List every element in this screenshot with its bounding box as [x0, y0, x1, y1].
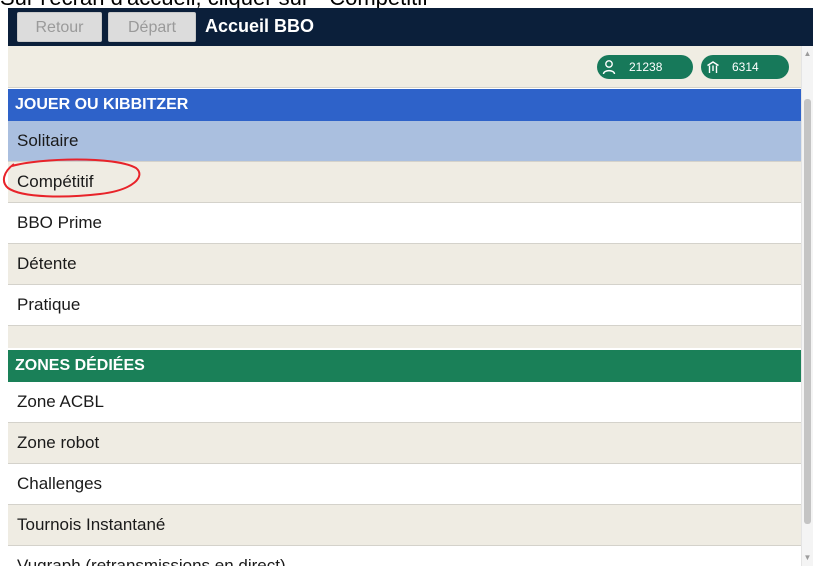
menu-item-tournois-instantane[interactable]: Tournois Instantané [8, 505, 801, 546]
tables-count: 6314 [732, 60, 759, 74]
menu-item-bbo-prime[interactable]: BBO Prime [8, 203, 801, 244]
menu-item-competitif[interactable]: Compétitif [8, 162, 801, 203]
section-header-play: JOUER OU KIBBITZER [8, 89, 801, 121]
table-icon [706, 59, 720, 75]
menu-item-zone-robot[interactable]: Zone robot [8, 423, 801, 464]
page-title: Accueil BBO [205, 16, 315, 36]
menu-item-vugraph[interactable]: Vugraph (retransmissions en direct) [8, 546, 801, 566]
depart-button[interactable]: Départ [108, 12, 196, 42]
scroll-down-arrow-icon[interactable]: ▼ [803, 553, 812, 562]
home-content: 21238 6314 JOUER OU KIBBITZER Solitaire … [8, 46, 801, 566]
section-spacer [8, 326, 801, 348]
bbo-app-window: Retour Départ Accueil BBO 21238 6314 JOU… [8, 8, 813, 566]
menu-item-pratique[interactable]: Pratique [8, 285, 801, 326]
stats-bar: 21238 6314 [8, 46, 801, 88]
players-count: 21238 [629, 60, 663, 74]
top-bar: Retour Départ Accueil BBO [8, 8, 813, 46]
scroll-up-arrow-icon[interactable]: ▲ [803, 49, 812, 58]
scrollbar-thumb[interactable] [804, 99, 811, 524]
players-online-badge[interactable]: 21238 [597, 55, 693, 79]
vertical-scrollbar[interactable]: ▲ ▼ [801, 46, 813, 566]
section-header-zones: ZONES DÉDIÉES [8, 350, 801, 382]
menu-item-solitaire[interactable]: Solitaire [8, 121, 801, 162]
tables-open-badge[interactable]: 6314 [701, 55, 789, 79]
back-button[interactable]: Retour [17, 12, 102, 42]
menu-item-zone-acbl[interactable]: Zone ACBL [8, 382, 801, 423]
person-icon [602, 59, 616, 75]
menu-item-detente[interactable]: Détente [8, 244, 801, 285]
menu-item-challenges[interactable]: Challenges [8, 464, 801, 505]
